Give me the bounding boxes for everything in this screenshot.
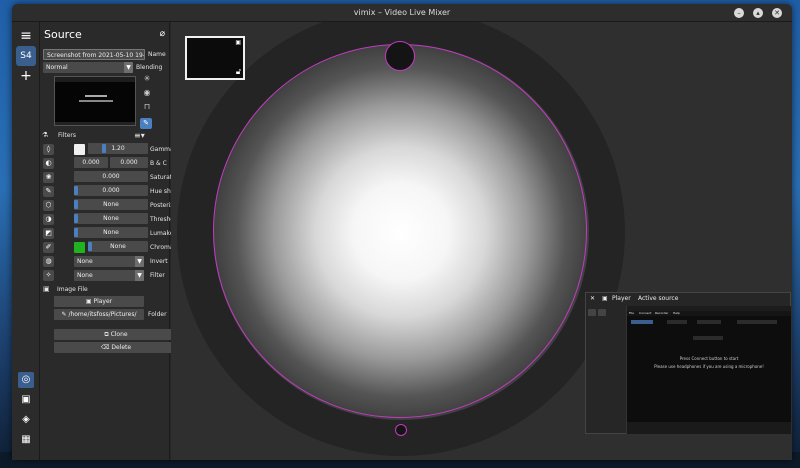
source-thumbnail — [54, 76, 136, 126]
hue-slider[interactable]: 0.000 — [74, 185, 148, 196]
source-preview[interactable]: ▣ 🔓︎ — [185, 36, 245, 80]
mixing-view-icon[interactable]: ◎ — [18, 372, 34, 388]
filter-row-threshold: ◑ None Threshold — [40, 213, 180, 226]
invert-label: Invert — [150, 258, 168, 265]
name-label: Name — [148, 51, 166, 58]
minimize-icon[interactable]: – — [734, 8, 744, 18]
player-button[interactable]: ▣ Player — [54, 296, 144, 307]
hue-icon: ✎ — [43, 186, 54, 197]
player-icon: ▣ — [602, 295, 608, 302]
filter-label: Filter — [150, 272, 165, 279]
active-source-label: Active source — [638, 295, 679, 302]
blending-value: Normal — [46, 64, 68, 71]
brightness-slider[interactable]: 0.000 — [74, 157, 108, 168]
image-icon: ▣ — [43, 285, 50, 293]
contrast-icon: ◐ — [43, 158, 54, 169]
play-button[interactable] — [588, 309, 596, 316]
filters-label: Filters — [58, 132, 76, 139]
sun-icon[interactable]: ✳ — [142, 74, 152, 83]
layers-view-icon[interactable]: ◈ — [18, 412, 34, 428]
filter-select[interactable]: None ▼ — [74, 270, 144, 281]
threshold-icon: ◑ — [43, 214, 54, 225]
chromakey-slider[interactable]: None — [88, 241, 148, 252]
add-source-icon[interactable]: + — [16, 66, 36, 86]
blending-select[interactable]: Normal ▼ — [43, 62, 133, 73]
filter-row-saturation: ❀ 0.000 Saturation — [40, 171, 181, 184]
title-bar: vimix – Video Live Mixer – ▴ ✕ — [12, 4, 792, 22]
filter-row-posterize: ⬡ None Posterize — [40, 199, 177, 212]
posterize-icon: ⬡ — [43, 200, 54, 211]
folder-button[interactable]: ✎ /home/itsfoss/Pictures/ — [54, 309, 144, 320]
chromakey-icon: ✐ — [43, 242, 54, 253]
bottom-handle[interactable] — [395, 424, 407, 436]
filter-row-chromakey: ✐ None Chromakey — [40, 241, 184, 254]
close-icon[interactable]: ✕ — [772, 8, 782, 18]
contrast-slider[interactable]: 0.000 — [110, 157, 148, 168]
window-title: vimix – Video Live Mixer — [353, 8, 451, 17]
edit-button[interactable]: ✎ — [140, 118, 152, 129]
main-toolbar: ≡ S4 + ◎ ▣ ◈ ▦ — [12, 22, 40, 460]
clone-button[interactable]: ⧉ Clone — [54, 329, 178, 340]
chromakey-color-swatch[interactable] — [74, 242, 85, 253]
connect-hint: Press Connect button to start — [679, 356, 739, 361]
lumakey-icon: ◩ — [43, 228, 54, 239]
filter-row-hue: ✎ 0.000 Hue shift — [40, 185, 177, 198]
chevron-down-icon: ▼ — [124, 62, 133, 73]
geometry-view-icon[interactable]: ▣ — [18, 392, 34, 408]
posterize-slider[interactable]: None — [74, 199, 148, 210]
panel-title: Source — [44, 28, 82, 41]
close-icon[interactable]: ✕ — [590, 293, 595, 305]
pause-button[interactable] — [598, 309, 606, 316]
saturation-slider[interactable]: 0.000 — [74, 171, 148, 182]
saturation-icon: ❀ — [43, 172, 54, 183]
menu-icon[interactable]: ≡ — [16, 26, 36, 46]
top-handle[interactable] — [385, 41, 415, 71]
filter-row-bc: ◐ 0.000 0.000 B & C — [40, 157, 170, 170]
threshold-slider[interactable]: None — [74, 213, 148, 224]
filter-row-gamma: ◊ 1.20 Gamma — [40, 143, 174, 156]
gamma-color-swatch[interactable] — [74, 144, 85, 155]
player-window: ✕ ▣ Player Active source File Connect Re… — [585, 292, 791, 434]
image-file-label: Image File — [57, 286, 88, 293]
broadcast-icon[interactable]: ◉ — [142, 88, 152, 97]
image-icon: ▣ — [235, 39, 241, 46]
invert-icon: ◍ — [43, 256, 54, 267]
mixing-canvas[interactable]: ▣ 🔓︎ ✕ ▣ Player Active source File Conne… — [171, 22, 792, 460]
player-screen: File Connect Recorder Help Press Connect… — [626, 306, 791, 434]
unlock-icon[interactable]: 🔓︎ — [236, 67, 241, 77]
folder-label: Folder — [148, 311, 167, 318]
bc-label: B & C — [150, 160, 167, 167]
source-panel: Source ⌀ Screenshot from 2021-05-10 19- … — [40, 22, 184, 460]
headphones-hint: Please use headphones if you are using a… — [654, 364, 764, 369]
magic-wand-icon: ✧ — [43, 270, 54, 281]
maximize-icon[interactable]: ▴ — [753, 8, 763, 18]
blending-label: Blending — [136, 64, 163, 71]
invert-select[interactable]: None ▼ — [74, 256, 144, 267]
source-name-input[interactable]: Screenshot from 2021-05-10 19- — [43, 49, 145, 60]
drop-icon: ◊ — [43, 144, 54, 155]
texture-view-icon[interactable]: ▦ — [18, 432, 34, 448]
lumakey-slider[interactable]: None — [74, 227, 148, 238]
player-header: ✕ ▣ Player Active source — [586, 293, 790, 305]
delete-button[interactable]: ⌫ Delete — [54, 342, 178, 353]
pin-icon[interactable]: ⌀ — [160, 29, 165, 39]
filter-row-lumakey: ◩ None Lumakey — [40, 227, 177, 240]
lock-icon[interactable]: ⊓ — [142, 102, 152, 111]
filters-icon: ⚗ — [42, 131, 49, 139]
player-label: Player — [612, 295, 631, 302]
vimix-window: vimix – Video Live Mixer – ▴ ✕ ≡ S4 + ◎ … — [12, 4, 792, 460]
gamma-slider[interactable]: 1.20 — [88, 143, 148, 154]
filters-menu-icon[interactable]: ≡▾ — [134, 130, 145, 141]
mixing-circle — [213, 44, 587, 418]
session-counter[interactable]: S4 — [16, 46, 36, 66]
filter-row-filter: ✧ None ▼ Filter — [40, 269, 170, 282]
filter-row-invert: ◍ None ▼ Invert — [40, 255, 170, 268]
